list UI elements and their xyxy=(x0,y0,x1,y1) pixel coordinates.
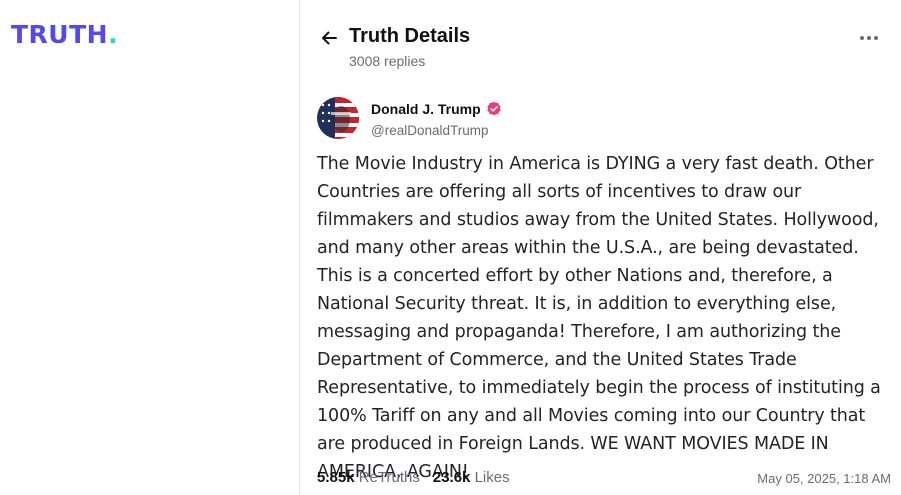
more-dot xyxy=(867,36,871,40)
post-stats: 5.85k ReTruths 23.6k Likes xyxy=(317,469,510,486)
avatar-image xyxy=(317,97,359,139)
reply-count: 3008 replies xyxy=(349,53,426,69)
truth-social-logo[interactable]: TRUTH. xyxy=(11,22,118,47)
more-options-button[interactable] xyxy=(857,30,881,46)
page-title: Truth Details xyxy=(349,25,471,47)
retruths-count: 5.85k xyxy=(317,469,355,486)
more-horizontal-icon xyxy=(860,36,864,40)
post-timestamp: May 05, 2025, 1:18 AM xyxy=(757,471,891,486)
post-body: The Movie Industry in America is DYING a… xyxy=(317,154,881,482)
avatar[interactable] xyxy=(317,97,359,139)
more-dot xyxy=(874,36,878,40)
logo-text: TRUTH xyxy=(11,20,109,49)
author-name[interactable]: Donald J. Trump xyxy=(371,101,502,117)
retruths-stat[interactable]: 5.85k ReTruths xyxy=(317,469,420,486)
page-header: Truth Details 3008 replies xyxy=(301,0,901,80)
likes-count: 23.6k xyxy=(432,469,471,486)
arrow-left-icon xyxy=(322,31,337,45)
logo-dot: . xyxy=(108,20,119,49)
verified-badge-icon xyxy=(486,101,501,116)
main-column: Truth Details 3008 replies Donald J. Tru… xyxy=(301,0,901,495)
author-name-text: Donald J. Trump xyxy=(371,101,481,117)
retruths-label: ReTruths xyxy=(358,469,420,486)
back-button[interactable] xyxy=(317,26,341,50)
likes-label: Likes xyxy=(474,469,510,486)
likes-stat[interactable]: 23.6k Likes xyxy=(433,469,510,486)
author-handle[interactable]: @realDonaldTrump xyxy=(371,123,489,138)
left-sidebar: TRUTH. xyxy=(0,0,300,495)
